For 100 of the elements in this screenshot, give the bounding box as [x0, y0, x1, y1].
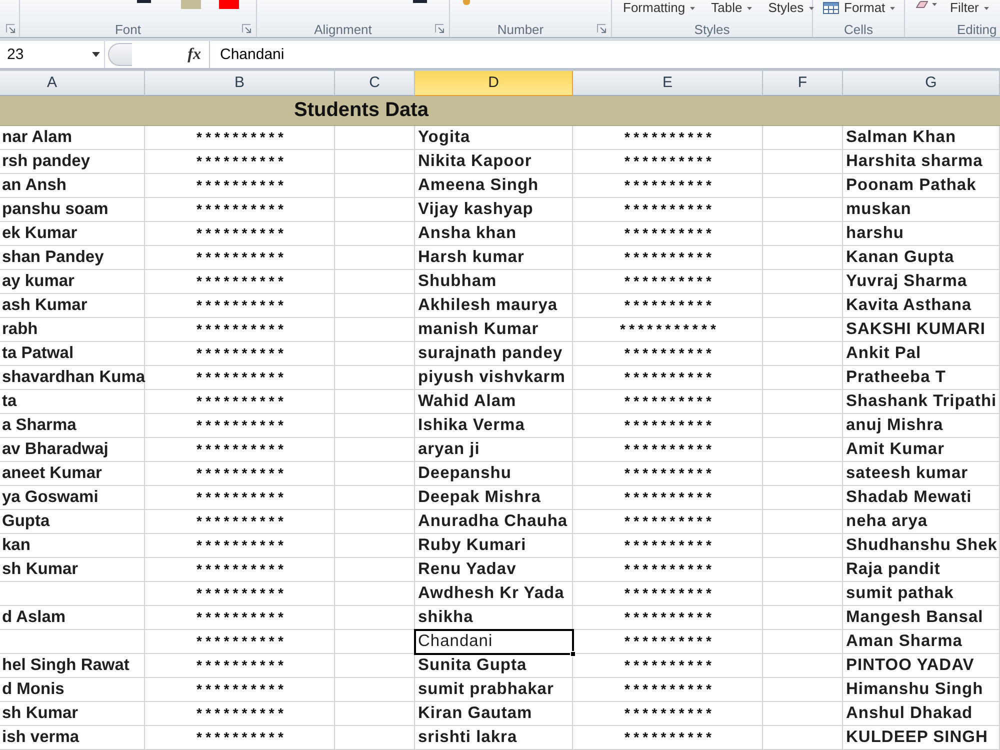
- student-name: Yogita: [418, 128, 470, 146]
- student-name: Awdhesh Kr Yada: [418, 584, 564, 602]
- splitter-handle[interactable]: [108, 43, 132, 66]
- student-name: Ruby Kumari: [418, 536, 526, 554]
- dialog-launcher-icon[interactable]: [242, 24, 251, 33]
- student-name: aryan ji: [418, 440, 480, 458]
- student-name: a Sharma: [2, 416, 76, 434]
- student-name: Kavita Asthana: [846, 296, 972, 314]
- caret-icon: [890, 6, 896, 10]
- student-name: Shashank Tripathi: [846, 392, 997, 410]
- student-name: Harshita sharma: [846, 152, 983, 170]
- masked-text: **********: [624, 225, 716, 241]
- group-label: Editing: [957, 22, 997, 36]
- student-name: d Monis: [2, 680, 64, 698]
- masked-text: **********: [196, 201, 288, 217]
- student-name: rabh: [2, 320, 38, 338]
- function-button[interactable]: fx: [186, 46, 203, 64]
- student-name: Shadab Mewati: [846, 488, 972, 506]
- masked-text: **********: [196, 489, 288, 505]
- dropdown-button[interactable]: Styles: [766, 0, 816, 16]
- masked-text: **********: [624, 633, 716, 649]
- dropdown-button[interactable]: Filter: [948, 0, 991, 16]
- masked-text: **********: [196, 681, 288, 697]
- student-name: kan: [2, 536, 30, 554]
- column-header[interactable]: A: [0, 71, 145, 96]
- student-name: sh Kumar: [2, 560, 78, 578]
- masked-text: **********: [196, 417, 288, 433]
- masked-text: **********: [196, 657, 288, 673]
- masked-text: **********: [624, 273, 716, 289]
- masked-text: **********: [624, 417, 716, 433]
- caret-icon: [92, 52, 100, 57]
- dropdown-button[interactable]: Format: [821, 0, 898, 16]
- student-name: SAKSHI KUMARI: [846, 320, 986, 338]
- student-name: ek Kumar: [2, 224, 78, 242]
- table-icon: [823, 2, 839, 14]
- student-name: KULDEEP SINGH: [846, 728, 988, 746]
- dropdown-button[interactable]: Table: [709, 0, 754, 16]
- color-swatch-icon[interactable]: [219, 0, 239, 9]
- student-name: aneet Kumar: [2, 464, 102, 482]
- caret-icon: [808, 6, 814, 10]
- student-name: Raja pandit: [846, 560, 940, 578]
- masked-text: **********: [624, 201, 716, 217]
- masked-text: **********: [624, 585, 716, 601]
- student-name: shikha: [418, 608, 474, 626]
- dialog-launcher-icon[interactable]: [6, 24, 15, 33]
- column-header[interactable]: E: [573, 71, 763, 96]
- masked-text: **********: [624, 129, 716, 145]
- column-header[interactable]: D: [415, 71, 573, 96]
- group-label: Font: [114, 22, 141, 36]
- student-name: surajnath pandey: [418, 344, 563, 362]
- masked-text: **********: [624, 537, 716, 553]
- dropdown-button[interactable]: [914, 0, 939, 8]
- student-name: ash Kumar: [2, 296, 88, 314]
- student-name: Nikita Kapoor: [418, 152, 532, 170]
- masked-text: **********: [196, 273, 288, 289]
- student-name: Wahid Alam: [418, 392, 516, 410]
- student-name: Ameena Singh: [418, 176, 539, 194]
- name-box[interactable]: 23: [0, 41, 105, 68]
- masked-text: **********: [196, 297, 288, 313]
- student-name: panshu soam: [2, 200, 108, 218]
- sheet-title: Students Data: [294, 99, 428, 121]
- block-icon[interactable]: [463, 0, 470, 5]
- column-header[interactable]: F: [763, 71, 843, 96]
- student-name: sateesh kumar: [846, 464, 968, 482]
- group-label: Styles: [694, 22, 730, 36]
- student-name: Kanan Gupta: [846, 248, 954, 266]
- dialog-launcher-icon[interactable]: [435, 24, 444, 33]
- masked-text: **********: [196, 537, 288, 553]
- column-header[interactable]: C: [335, 71, 415, 96]
- dialog-launcher-icon[interactable]: [597, 24, 606, 33]
- masked-text: **********: [196, 225, 288, 241]
- masked-text: **********: [624, 369, 716, 385]
- student-name: Himanshu Singh: [846, 680, 984, 698]
- student-name: Salman Khan: [846, 128, 956, 146]
- student-name: ya Goswami: [2, 488, 98, 506]
- student-name: Gupta: [2, 512, 50, 530]
- student-name: Yuvraj Sharma: [846, 272, 968, 290]
- student-name: ay kumar: [2, 272, 74, 290]
- masked-text: **********: [624, 657, 716, 673]
- fill-handle[interactable]: [570, 651, 576, 657]
- active-cell[interactable]: Chandani: [415, 630, 573, 654]
- masked-text: **********: [624, 561, 716, 577]
- dropdown-button[interactable]: Formatting: [621, 0, 698, 16]
- student-name: Kiran Gautam: [418, 704, 532, 722]
- student-name: an Ansh: [2, 176, 66, 194]
- column-header[interactable]: B: [145, 71, 335, 96]
- masked-text: **********: [196, 249, 288, 265]
- student-name: d Aslam: [2, 608, 66, 626]
- group-label: Alignment: [314, 22, 372, 36]
- masked-text: **********: [624, 609, 716, 625]
- masked-text: **********: [196, 321, 288, 337]
- masked-text: **********: [624, 249, 716, 265]
- student-name: Sunita Gupta: [418, 656, 527, 674]
- masked-text: **********: [196, 465, 288, 481]
- masked-text: **********: [196, 513, 288, 529]
- student-name: nar Alam: [2, 128, 72, 146]
- column-header[interactable]: G: [843, 71, 1000, 96]
- color-swatch-icon[interactable]: [181, 0, 201, 9]
- formula-field[interactable]: Chandani: [210, 41, 1000, 68]
- masked-text: **********: [624, 513, 716, 529]
